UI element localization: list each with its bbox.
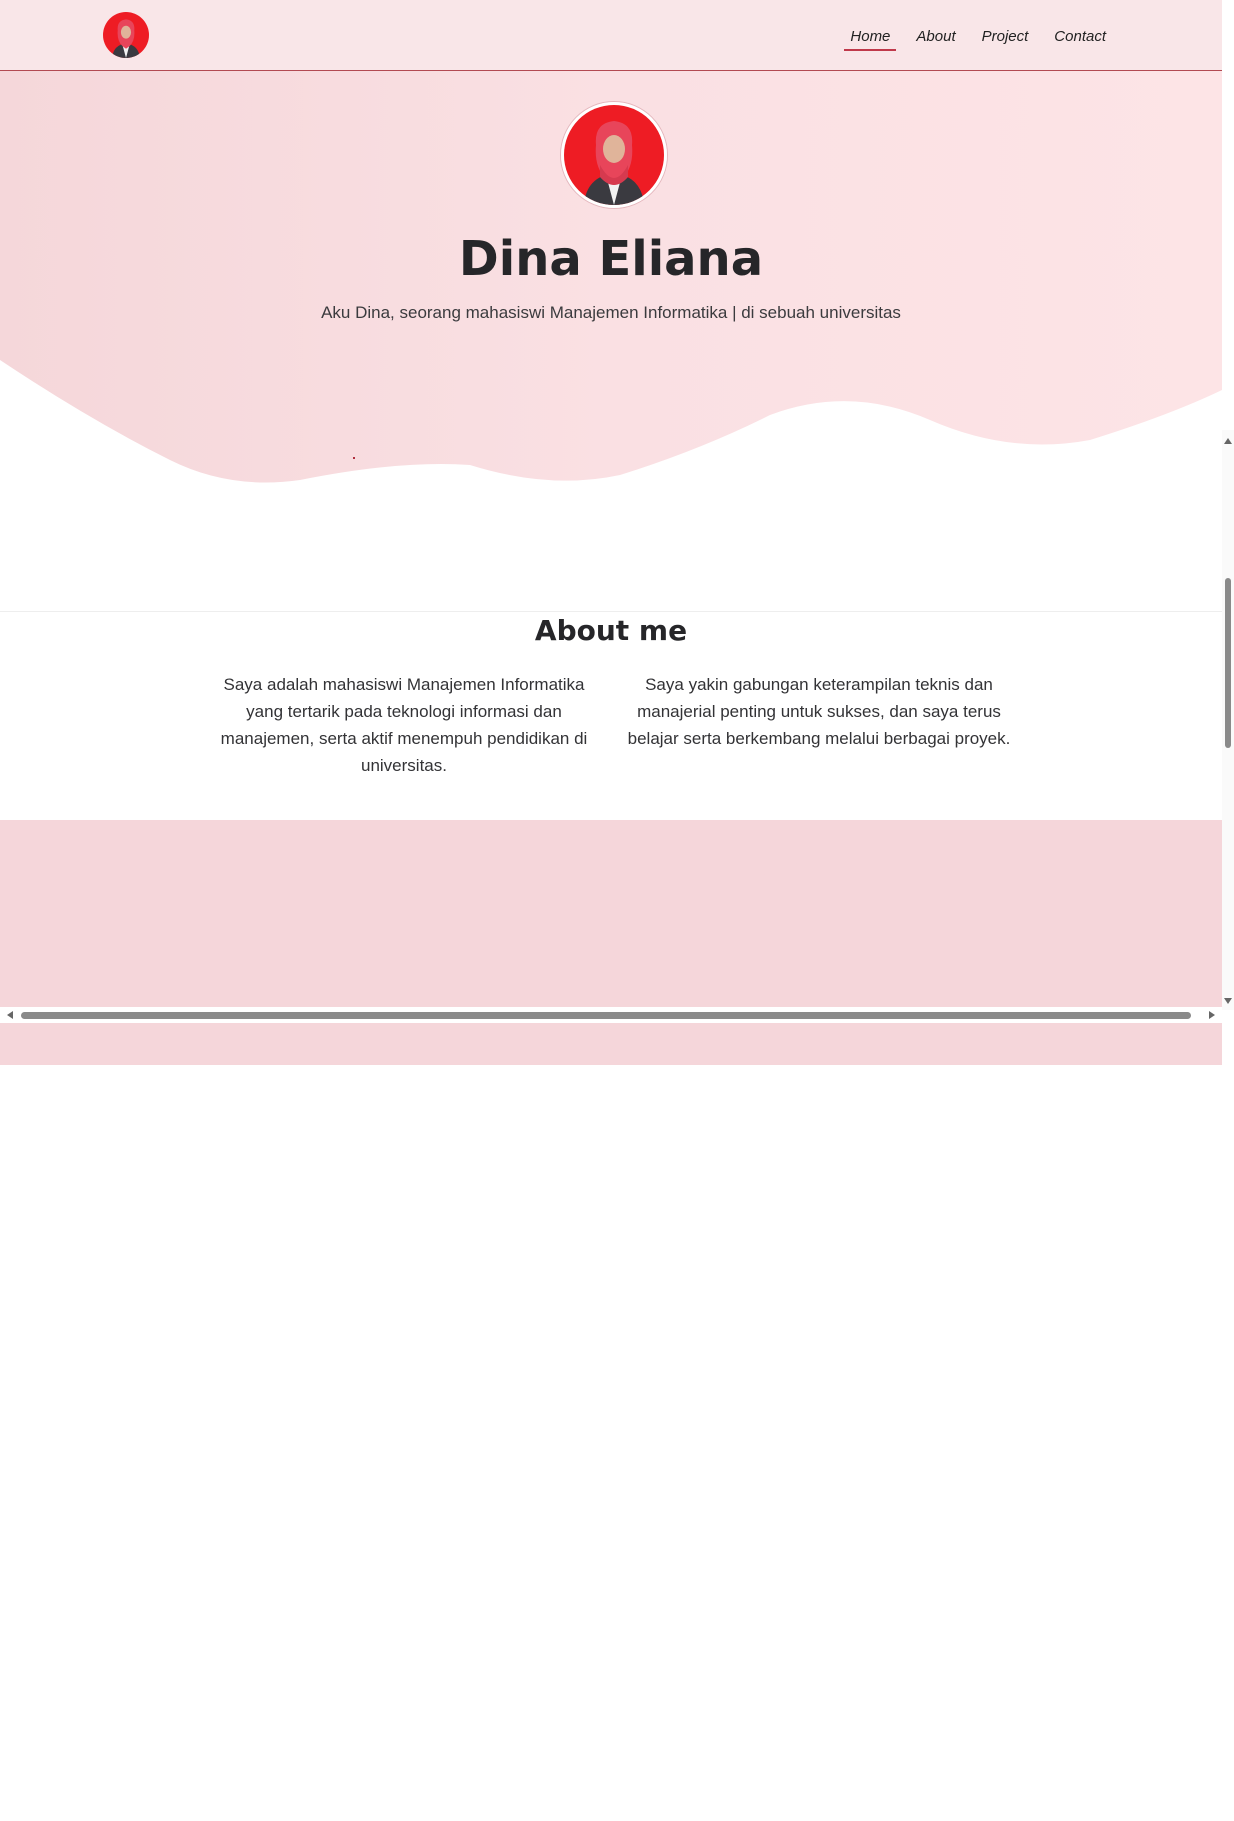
scroll-down-icon[interactable] (1224, 998, 1232, 1004)
profile-avatar (561, 102, 667, 208)
navbar: Home About Project Contact (0, 0, 1222, 71)
browser-viewport: Dina Eliana Aku Dina, seorang mahasiswi … (0, 0, 1222, 1065)
stray-dot (353, 457, 355, 459)
hero-tagline: Aku Dina, seorang mahasiswi Manajemen In… (321, 303, 901, 322)
scroll-up-icon[interactable] (1224, 438, 1232, 444)
page: Dina Eliana Aku Dina, seorang mahasiswi … (0, 0, 1234, 1821)
vertical-scrollbar[interactable] (1222, 430, 1234, 1010)
avatar-photo-icon (564, 105, 664, 205)
about-title: About me (534, 614, 688, 647)
nav-link-contact[interactable]: Contact (1048, 28, 1112, 51)
nav-link-home[interactable]: Home (844, 28, 897, 51)
nav-link-about[interactable]: About (910, 28, 961, 51)
hero-wave-divider (0, 360, 1222, 520)
about-paragraph-right: Saya yakin gabungan keterampilan teknis … (627, 675, 1011, 748)
scroll-right-icon[interactable] (1209, 1011, 1215, 1019)
hero-name: Dina Eliana (458, 231, 764, 287)
nav-links: Home About Project Contact (844, 28, 1112, 51)
scroll-left-icon[interactable] (7, 1011, 13, 1019)
about-paragraph-left: Saya adalah mahasiswi Manajemen Informat… (220, 675, 588, 775)
section-divider (0, 611, 1222, 612)
horizontal-scroll-thumb[interactable] (21, 1012, 1191, 1019)
about-wave-divider (0, 820, 1222, 970)
about-background (0, 500, 1222, 820)
avatar-photo-icon (103, 12, 149, 58)
vertical-scroll-thumb[interactable] (1225, 578, 1231, 748)
nav-logo[interactable] (103, 12, 149, 58)
horizontal-scrollbar[interactable] (0, 1007, 1222, 1023)
nav-link-project[interactable]: Project (976, 28, 1035, 51)
